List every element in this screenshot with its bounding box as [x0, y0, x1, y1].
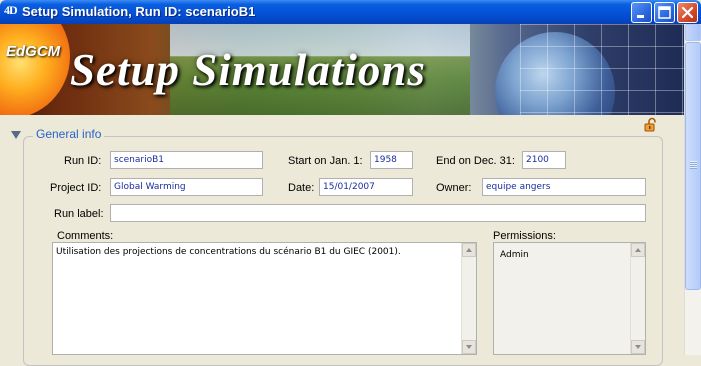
- minimize-icon: [637, 15, 644, 18]
- comments-textarea[interactable]: Utilisation des projections de concentra…: [52, 242, 477, 355]
- permissions-scroll-up-button[interactable]: [631, 243, 645, 257]
- permissions-scroll-down-button[interactable]: [631, 340, 645, 354]
- permissions-label: Permissions:: [493, 230, 556, 242]
- collapse-arrow-icon[interactable]: [11, 131, 21, 139]
- comments-text: Utilisation des projections de concentra…: [56, 247, 401, 257]
- vertical-scrollbar[interactable]: [684, 24, 701, 355]
- general-info-legend: General info: [33, 127, 105, 141]
- end-year-field[interactable]: 2100: [522, 151, 566, 169]
- run-id-label: Run ID:: [64, 155, 102, 167]
- header-banner: EdGCM Setup Simulations: [0, 24, 684, 115]
- brand-logo: EdGCM: [6, 43, 61, 60]
- app-4d-icon: 4D: [4, 3, 18, 17]
- owner-label: Owner:: [436, 182, 472, 194]
- map-grid: [520, 24, 684, 115]
- close-icon: [681, 6, 694, 19]
- date-field[interactable]: 15/01/2007: [319, 178, 413, 196]
- end-year-label: End on Dec. 31:: [436, 155, 515, 167]
- date-label: Date:: [288, 182, 315, 194]
- scroll-thumb[interactable]: [685, 42, 701, 290]
- comments-scroll-down-button[interactable]: [462, 340, 476, 354]
- permission-item[interactable]: Admin: [500, 250, 639, 260]
- run-label-label: Run label:: [54, 208, 104, 220]
- banner-title: Setup Simulations: [70, 45, 426, 95]
- scroll-grip-icon: [690, 161, 697, 169]
- sun-image: [0, 24, 70, 115]
- comments-scroll-up-button[interactable]: [462, 243, 476, 257]
- start-year-field[interactable]: 1958: [370, 151, 413, 169]
- unlocked-padlock-icon[interactable]: [643, 117, 659, 133]
- maximize-icon: [658, 6, 671, 19]
- title-bar: 4D Setup Simulation, Run ID: scenarioB1: [0, 0, 701, 24]
- comments-label: Comments:: [57, 230, 114, 242]
- permissions-list[interactable]: Admin: [493, 242, 646, 355]
- project-id-label: Project ID:: [50, 182, 102, 194]
- maximize-button[interactable]: [654, 2, 675, 23]
- start-year-label: Start on Jan. 1:: [288, 155, 363, 167]
- comments-scrollbar[interactable]: [461, 243, 476, 354]
- close-button[interactable]: [677, 2, 698, 23]
- minimize-button[interactable]: [631, 2, 652, 23]
- scroll-up-button[interactable]: [685, 24, 701, 41]
- owner-field[interactable]: equipe angers: [482, 178, 646, 196]
- window-title: Setup Simulation, Run ID: scenarioB1: [22, 4, 256, 19]
- run-id-field[interactable]: scenarioB1: [110, 151, 263, 169]
- run-label-field[interactable]: [110, 204, 646, 222]
- permissions-scrollbar[interactable]: [630, 243, 645, 354]
- project-id-field[interactable]: Global Warming: [110, 178, 263, 196]
